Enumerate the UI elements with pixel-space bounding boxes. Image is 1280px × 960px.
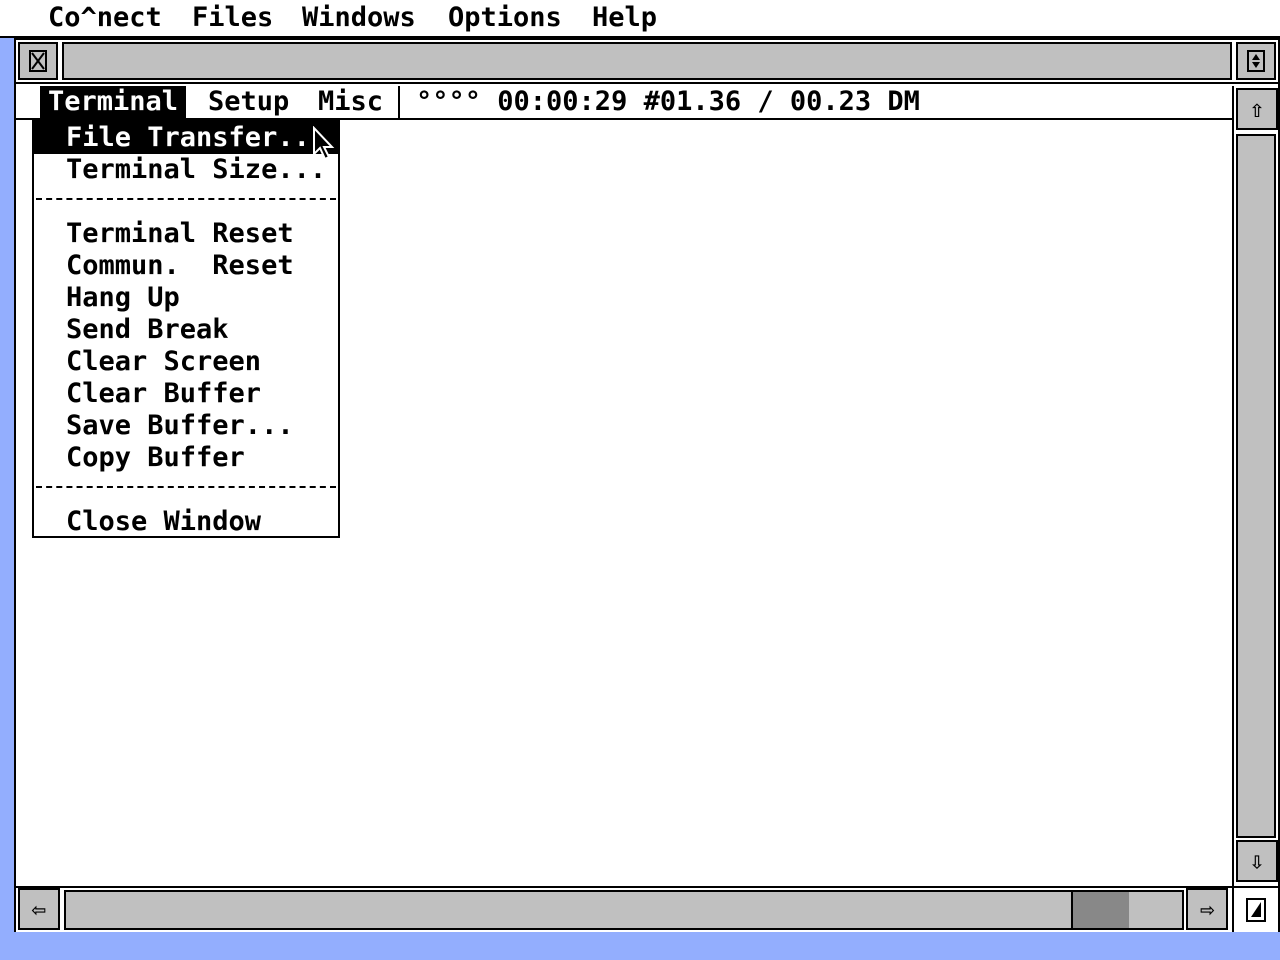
menu-files[interactable]: Files bbox=[184, 2, 281, 34]
status-readout: °°°° 00:00:29 #01.36 / 00.23 DM bbox=[416, 86, 920, 117]
scroll-right-icon[interactable]: ⇨ bbox=[1186, 888, 1228, 930]
menu-separator bbox=[36, 486, 336, 488]
horizontal-scroll-thumb[interactable] bbox=[1071, 892, 1129, 928]
menu-item-terminal-size[interactable]: Terminal Size... bbox=[34, 154, 338, 186]
menu-item-close-window[interactable]: Close Window bbox=[34, 506, 338, 538]
desktop-menu-bar: Co^nect Files Windows Options Help bbox=[0, 0, 1280, 38]
menu-item-hang-up[interactable]: Hang Up bbox=[34, 282, 338, 314]
resize-box-icon[interactable] bbox=[1232, 886, 1278, 932]
menu-item-file-transfer[interactable]: File Transfer... bbox=[34, 122, 338, 154]
close-icon bbox=[29, 50, 47, 72]
vertical-scroll-track[interactable] bbox=[1236, 134, 1276, 838]
terminal-content[interactable]: Terminal Setup Misc °°°° 00:00:29 #01.36… bbox=[16, 86, 1232, 886]
scroll-up-icon[interactable]: ⇧ bbox=[1236, 88, 1278, 130]
menu-item-send-break[interactable]: Send Break bbox=[34, 314, 338, 346]
vertical-scrollbar[interactable]: ⇧ ⇩ bbox=[1232, 86, 1278, 886]
menu-item-terminal-reset[interactable]: Terminal Reset bbox=[34, 218, 338, 250]
menu-connect[interactable]: Co^nect bbox=[40, 2, 170, 34]
sizer-icon bbox=[1246, 898, 1266, 922]
horizontal-scrollbar[interactable]: ⇦ ⇨ bbox=[16, 886, 1232, 932]
scroll-left-icon[interactable]: ⇦ bbox=[18, 888, 60, 930]
fuller-box-icon[interactable] bbox=[1236, 42, 1276, 80]
fuller-icon bbox=[1247, 50, 1265, 72]
title-drag-bar[interactable] bbox=[62, 42, 1232, 80]
horizontal-scroll-track[interactable] bbox=[64, 890, 1184, 930]
menu-item-clear-screen[interactable]: Clear Screen bbox=[34, 346, 338, 378]
menu-misc[interactable]: Misc bbox=[310, 86, 391, 118]
scroll-down-icon[interactable]: ⇩ bbox=[1236, 840, 1278, 882]
close-box-icon[interactable] bbox=[18, 42, 58, 80]
menu-help[interactable]: Help bbox=[584, 2, 665, 34]
terminal-dropdown-menu: File Transfer... Terminal Size... Termin… bbox=[32, 120, 340, 538]
mouse-pointer-icon bbox=[313, 126, 335, 161]
menu-options[interactable]: Options bbox=[440, 2, 570, 34]
menu-terminal[interactable]: Terminal bbox=[40, 86, 187, 118]
terminal-menu-bar: Terminal Setup Misc °°°° 00:00:29 #01.36… bbox=[16, 86, 1232, 120]
menu-separator bbox=[36, 198, 336, 200]
menu-setup[interactable]: Setup bbox=[200, 86, 297, 118]
menu-item-clear-buffer[interactable]: Clear Buffer bbox=[34, 378, 338, 410]
window-title-bar bbox=[16, 40, 1278, 84]
menu-item-commun-reset[interactable]: Commun. Reset bbox=[34, 250, 338, 282]
menu-item-copy-buffer[interactable]: Copy Buffer bbox=[34, 442, 338, 474]
menu-divider bbox=[398, 86, 400, 118]
terminal-window: Terminal Setup Misc °°°° 00:00:29 #01.36… bbox=[14, 38, 1280, 932]
menu-item-save-buffer[interactable]: Save Buffer... bbox=[34, 410, 338, 442]
menu-windows[interactable]: Windows bbox=[294, 2, 424, 34]
